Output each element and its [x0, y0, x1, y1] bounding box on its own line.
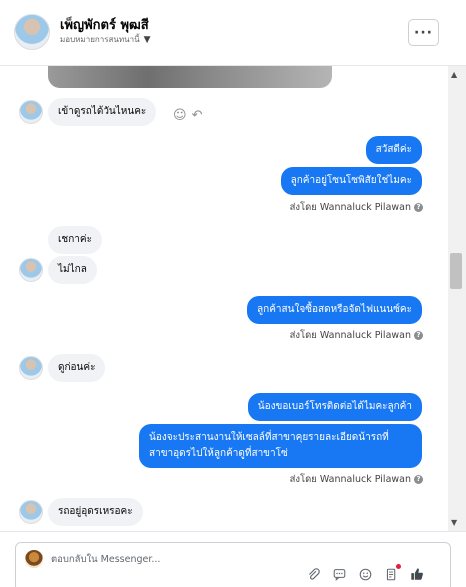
- scroll-up-arrow-icon[interactable]: ▲: [451, 70, 457, 79]
- incoming-message[interactable]: เข้าดูรถได้วันไหนคะ: [48, 98, 157, 126]
- assign-conversation-dropdown[interactable]: มอบหมายการสนทนานี้ ▼: [60, 33, 151, 46]
- scroll-thumb[interactable]: [450, 253, 462, 289]
- sent-by-text: ส่งโดย Wannaluck Pilawan: [289, 474, 411, 485]
- caret-down-icon: ▼: [143, 34, 151, 45]
- sent-by-label: ส่งโดย Wannaluck Pilawan ?: [290, 472, 423, 487]
- smile-icon[interactable]: ☺: [173, 108, 187, 123]
- info-icon[interactable]: ?: [414, 331, 423, 340]
- emoji-icon[interactable]: [357, 566, 373, 582]
- incoming-message[interactable]: ไม่ไกล: [48, 256, 97, 284]
- composer-toolbar: [305, 564, 425, 582]
- outgoing-message[interactable]: สวัสดีค่ะ: [365, 136, 422, 164]
- incoming-message[interactable]: เชกาค่ะ: [48, 226, 102, 254]
- notification-dot: [396, 564, 401, 569]
- conversation-header: เพ็ญพักตร์ พุฒสี มอบหมายการสนทนานี้ ▼ ··…: [0, 0, 466, 66]
- thread-scrollbar[interactable]: ▲ ▼: [448, 66, 466, 531]
- composer: [0, 531, 466, 587]
- assign-label: มอบหมายการสนทนานี้: [60, 35, 140, 44]
- thumbs-up-icon[interactable]: [409, 566, 425, 582]
- outgoing-message[interactable]: น้องจะประสานงานให้เซลล์ที่สาขาคุยรายละเอ…: [139, 424, 422, 468]
- notes-icon[interactable]: [383, 564, 401, 582]
- sent-by-text: ส่งโดย Wannaluck Pilawan: [289, 202, 411, 213]
- scroll-down-arrow-icon[interactable]: ▼: [451, 518, 457, 527]
- info-icon[interactable]: ?: [414, 203, 423, 212]
- chat-icon[interactable]: [331, 566, 347, 582]
- message-thread: เข้าดูรถได้วันไหนคะ ☺ ↶ สวัสดีค่ะ ลูกค้า…: [0, 66, 448, 531]
- outgoing-message[interactable]: ลูกค้าอยู่โซนโซพิสัยใช่ไมคะ: [280, 167, 422, 195]
- image-attachment[interactable]: [48, 66, 332, 88]
- sent-by-text: ส่งโดย Wannaluck Pilawan: [289, 330, 411, 341]
- contact-avatar[interactable]: [14, 14, 50, 50]
- contact-avatar: [19, 356, 43, 380]
- outgoing-message[interactable]: น้องขอเบอร์โทรติดต่อได้ไมคะลูกค้า: [247, 393, 422, 421]
- contact-avatar: [19, 100, 43, 124]
- sent-by-label: ส่งโดย Wannaluck Pilawan ?: [290, 328, 423, 343]
- reply-icon[interactable]: ↶: [192, 108, 203, 123]
- contact-avatar: [19, 500, 43, 524]
- message-actions: ☺ ↶: [173, 108, 202, 123]
- more-options-button[interactable]: ···: [408, 19, 439, 46]
- info-icon[interactable]: ?: [414, 475, 423, 484]
- contact-avatar: [19, 258, 43, 282]
- page-avatar: [25, 550, 43, 568]
- outgoing-message[interactable]: ลูกค้าสนใจซื้อสดหรือจัดไฟแนนซ์คะ: [247, 296, 422, 324]
- incoming-message[interactable]: รถอยู่อุดรเหรอคะ: [48, 498, 143, 526]
- sent-by-label: ส่งโดย Wannaluck Pilawan ?: [290, 200, 423, 215]
- paperclip-icon[interactable]: [305, 566, 321, 582]
- contact-name[interactable]: เพ็ญพักตร์ พุฒสี: [60, 14, 149, 35]
- incoming-message[interactable]: ดูก่อนค่ะ: [48, 354, 106, 382]
